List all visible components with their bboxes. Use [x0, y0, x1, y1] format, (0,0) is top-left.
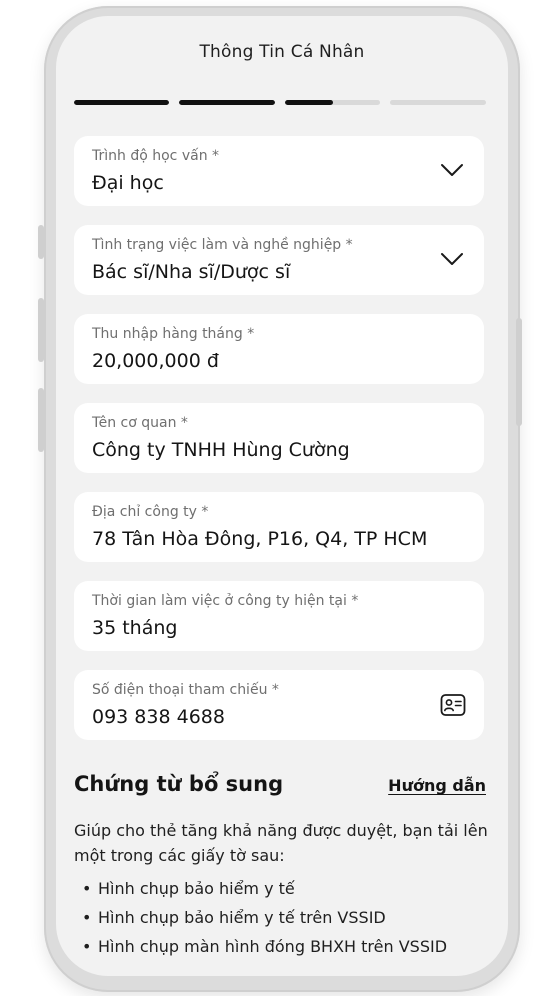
- field-value: Công ty TNHH Hùng Cường: [92, 439, 350, 461]
- employment-duration-field[interactable]: Thời gian làm việc ở công ty hiện tại * …: [74, 581, 484, 651]
- list-item-text: Hình chụp bảo hiểm y tế: [98, 879, 295, 898]
- progress-step-2: [179, 100, 275, 105]
- employment-status-dropdown[interactable]: Tình trạng việc làm và nghề nghiệp * Bác…: [74, 225, 484, 295]
- field-label: Tình trạng việc làm và nghề nghiệp *: [92, 237, 353, 253]
- app-screen: Thông Tin Cá Nhân Trình độ học vấn * Đại…: [56, 16, 508, 976]
- list-item-text: Hình chụp màn hình đóng BHXH trên VSSID: [98, 937, 448, 956]
- monthly-income-field[interactable]: Thu nhập hàng tháng * 20,000,000 đ: [74, 314, 484, 384]
- reference-phone-field[interactable]: Số điện thoại tham chiếu * 093 838 4688: [74, 670, 484, 740]
- field-label: Thời gian làm việc ở công ty hiện tại *: [92, 593, 359, 609]
- field-value: Bác sĩ/Nha sĩ/Dược sĩ: [92, 261, 291, 283]
- field-label: Số điện thoại tham chiếu *: [92, 682, 279, 698]
- page-title: Thông Tin Cá Nhân: [199, 42, 365, 62]
- progress-step-3: [285, 100, 380, 105]
- list-item: • Hình chụp bảo hiểm y tế: [74, 874, 504, 903]
- section-title: Chứng từ bổ sung: [74, 772, 284, 796]
- contact-card-icon[interactable]: [440, 693, 466, 717]
- field-value: 35 tháng: [92, 617, 178, 639]
- progress-step-2-fill: [179, 100, 275, 105]
- bullet-icon: •: [82, 879, 92, 898]
- supplement-description: Giúp cho thẻ tăng khả năng được duyệt, b…: [74, 821, 488, 865]
- field-value: 20,000,000 đ: [92, 350, 219, 372]
- field-value: 78 Tân Hòa Đông, P16, Q4, TP HCM: [92, 528, 428, 550]
- bullet-icon: •: [82, 908, 92, 927]
- field-label: Tên cơ quan *: [92, 415, 188, 431]
- chevron-down-icon[interactable]: [440, 162, 464, 178]
- guide-link[interactable]: Hướng dẫn: [388, 776, 486, 795]
- list-item-text: Hình chụp bảo hiểm y tế trên VSSID: [98, 908, 386, 927]
- education-level-dropdown[interactable]: Trình độ học vấn * Đại học: [74, 136, 484, 206]
- mute-switch: [38, 225, 44, 259]
- progress-step-1: [74, 100, 169, 105]
- company-name-field[interactable]: Tên cơ quan * Công ty TNHH Hùng Cường: [74, 403, 484, 473]
- progress-step-4: [390, 100, 486, 105]
- progress-step-3-fill: [285, 100, 333, 105]
- progress-step-1-fill: [74, 100, 169, 105]
- field-value: 093 838 4688: [92, 706, 225, 728]
- document-list: • Hình chụp bảo hiểm y tế • Hình chụp bảo …: [74, 874, 504, 961]
- field-label: Thu nhập hàng tháng *: [92, 326, 255, 342]
- company-address-field[interactable]: Địa chỉ công ty * 78 Tân Hòa Đông, P16, …: [74, 492, 484, 562]
- field-value: Đại học: [92, 172, 164, 194]
- list-item: • Hình chụp màn hình đóng BHXH trên VSSID: [74, 932, 504, 961]
- chevron-down-icon[interactable]: [440, 251, 464, 267]
- volume-down-button: [38, 388, 44, 452]
- list-item: • Hình chụp bảo hiểm y tế trên VSSID: [74, 903, 504, 932]
- volume-up-button: [38, 298, 44, 362]
- device-mockup: Thông Tin Cá Nhân Trình độ học vấn * Đại…: [0, 0, 560, 996]
- field-label: Địa chỉ công ty *: [92, 504, 209, 520]
- field-label: Trình độ học vấn *: [92, 148, 220, 164]
- power-button: [516, 318, 522, 426]
- step-progress-bar: [74, 100, 486, 105]
- bullet-icon: •: [82, 937, 92, 956]
